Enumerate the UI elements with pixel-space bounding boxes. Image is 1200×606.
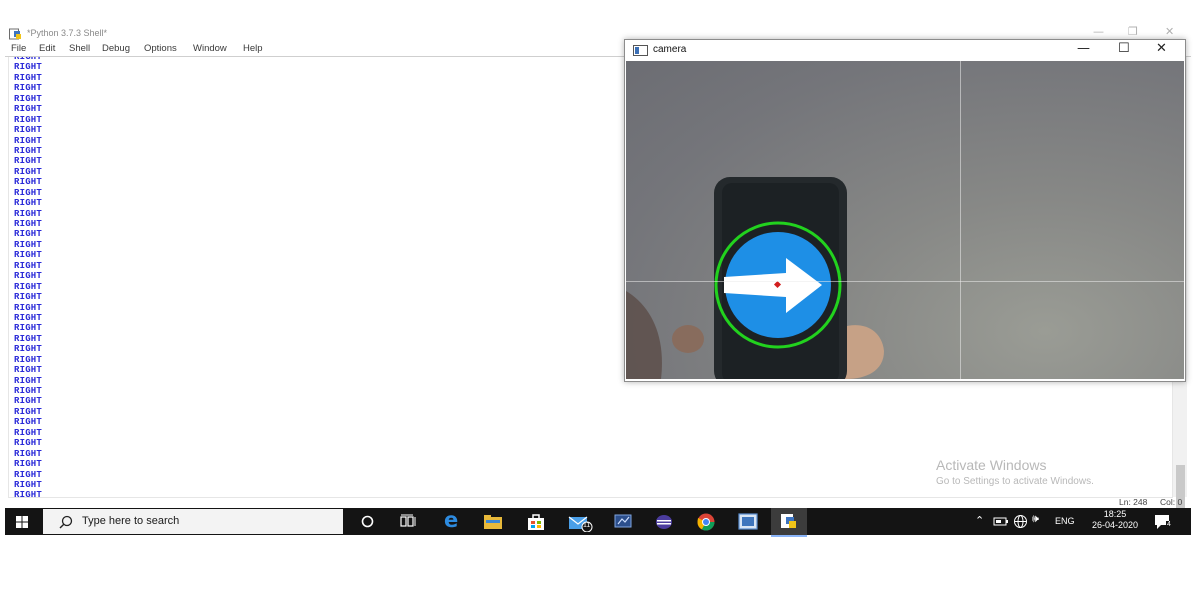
output-line: RIGHT [14,427,43,438]
output-line: RIGHT [14,333,43,344]
output-line: RIGHT [14,375,43,386]
output-line: RIGHT [14,62,43,73]
camera-frame-graphic [626,177,884,379]
output-line: RIGHT [14,219,43,229]
activate-windows-watermark: Activate Windows Go to Settings to activ… [936,457,1094,487]
output-line: RIGHT [14,83,43,94]
output-line: RIGHT [14,93,43,104]
show-hidden-icons-chevron-icon[interactable]: ⌃ [975,514,984,527]
search-icon [59,515,73,529]
idle-app-icon [9,28,21,40]
menu-debug[interactable]: Debug [102,43,130,54]
menu-edit[interactable]: Edit [39,43,55,54]
network-icon[interactable] [1013,514,1028,529]
output-line: RIGHT [14,396,43,407]
clock-time: 18:25 [1103,509,1127,519]
camera-maximize-icon[interactable]: ☐ [1118,41,1130,56]
camera-window: camera — ☐ ✕ [624,39,1186,382]
language-indicator[interactable]: ENG [1055,516,1075,526]
file-explorer-icon[interactable] [484,515,502,529]
shell-window-title: *Python 3.7.3 Shell* [27,28,108,38]
python-idle-icon [781,514,796,528]
output-line: RIGHT [14,292,43,303]
cortana-icon[interactable] [361,515,374,528]
watermark-subtitle: Go to Settings to activate Windows. [936,476,1094,487]
output-line: RIGHT [14,177,43,188]
camera-minimize-icon[interactable]: — [1077,41,1090,56]
output-line: RIGHT [14,229,43,240]
output-line: RIGHT [14,260,43,271]
camera-close-icon[interactable]: ✕ [1156,41,1167,56]
windows-taskbar: Type here to search e 11 ⌃ 🕪 ENG 18:25 2… [5,508,1191,537]
edge-icon[interactable]: e [444,508,458,532]
camera-titlebar: camera — ☐ ✕ [625,40,1185,60]
notification-count: 4 [1166,521,1172,528]
shell-statusbar: Ln: 248 Col: 0 [5,495,1191,508]
camera-window-title: camera [653,44,687,55]
status-column: Col: 0 [1160,497,1183,507]
output-line: RIGHT [14,406,43,417]
grid-horizontal-line [626,281,1184,282]
output-line: RIGHT [14,469,43,480]
output-line: RIGHT [14,281,43,292]
battery-icon[interactable] [993,516,1009,527]
menu-file[interactable]: File [11,43,26,54]
output-line: RIGHT [14,198,43,209]
eclipse-icon[interactable] [655,514,673,530]
output-line: RIGHT [14,166,43,177]
output-line: RIGHT [14,187,43,198]
menu-help[interactable]: Help [243,43,263,54]
mail-badge-count: 11 [583,522,591,529]
python-idle-taskbar-button[interactable] [771,508,807,537]
output-line: RIGHT [14,271,43,282]
output-line: RIGHT [14,365,43,376]
remote-desktop-icon[interactable] [614,514,632,529]
output-line: RIGHT [14,479,43,490]
search-placeholder: Type here to search [82,515,180,527]
minimize-icon[interactable]: — [1093,25,1104,38]
output-line: RIGHT [14,114,43,125]
output-line: RIGHT [14,125,43,136]
output-line: RIGHT [14,459,43,470]
output-line: RIGHT [14,72,43,83]
output-line: RIGHT [14,208,43,219]
thumb-left [672,325,704,353]
output-line: RIGHT [14,312,43,323]
output-line: RIGHT [14,323,43,334]
output-line: RIGHT [14,417,43,428]
clock-date: 26-04-2020 [1091,520,1139,530]
menu-shell[interactable]: Shell [69,43,90,54]
status-line: Ln: 248 [1119,497,1148,507]
output-line: RIGHT [14,386,43,396]
watermark-title: Activate Windows [936,457,1047,473]
output-line: RIGHT [14,104,43,115]
output-line: RIGHT [14,250,43,261]
output-line: RIGHT [14,135,43,146]
menu-options[interactable]: Options [144,43,177,54]
camera-window-icon [633,45,648,56]
taskbar-search-box[interactable]: Type here to search [43,509,343,534]
store-icon[interactable] [527,513,545,530]
output-line: RIGHT [14,438,43,449]
close-icon[interactable]: ✕ [1165,25,1174,38]
grid-vertical-line [960,61,961,379]
output-line: RIGHT [14,239,43,250]
windows-start-icon[interactable] [16,516,28,528]
volume-icon[interactable]: 🕪 [1032,513,1039,526]
hand-shadow-left [626,291,662,379]
output-line: RIGHT [14,145,43,156]
camera-feed [626,61,1184,379]
clock[interactable]: 18:25 26-04-2020 [1087,509,1143,530]
output-line: RIGHT [14,156,43,167]
output-lines: RIGHT RIGHT RIGHT RIGHT RIGHT RIGHT RIGHT RIGHT… [14,57,43,497]
chrome-icon[interactable] [697,513,715,531]
output-line: RIGHT [14,302,43,313]
restore-icon[interactable]: ❐ [1128,25,1138,38]
output-line: RIGHT [14,448,43,459]
output-line: RIGHT [14,354,43,365]
task-view-icon[interactable] [400,514,416,529]
menu-window[interactable]: Window [193,43,227,54]
output-line: RIGHT [14,344,43,355]
photos-icon[interactable] [738,513,758,530]
